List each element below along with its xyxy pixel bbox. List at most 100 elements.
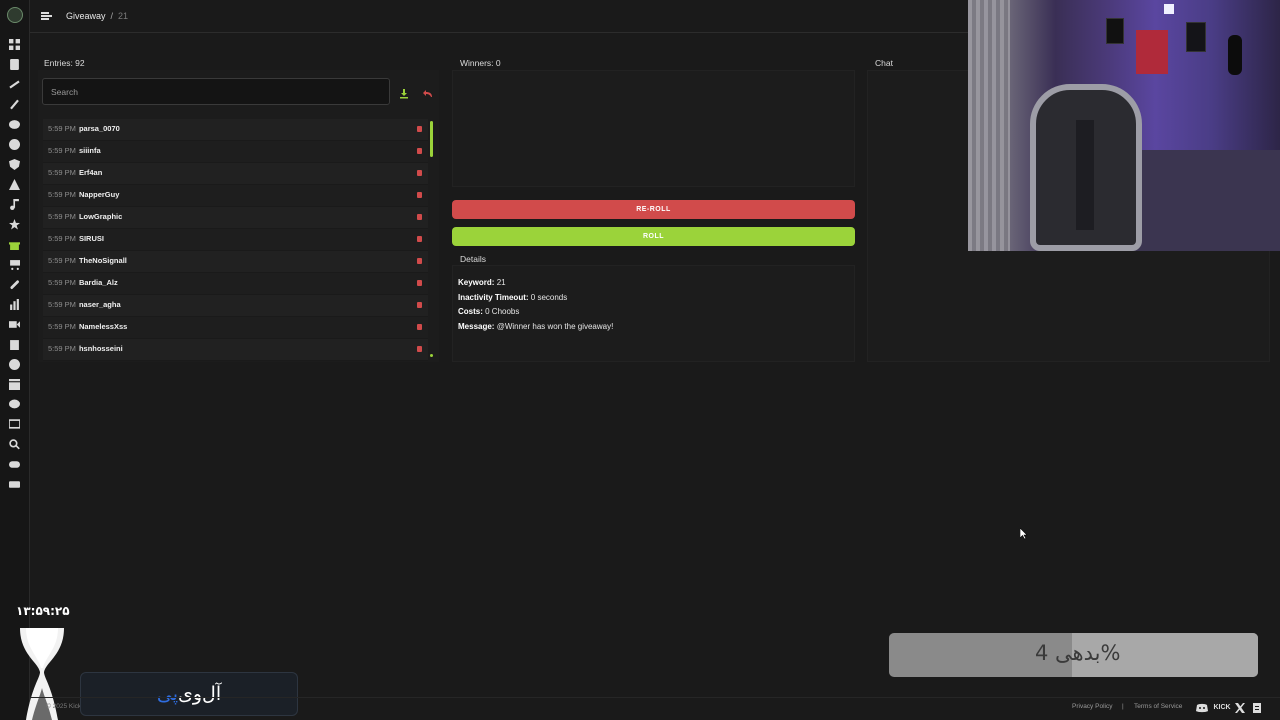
entry-row[interactable]: 5:59 PM NamelessXss	[43, 317, 428, 339]
delete-icon[interactable]	[417, 236, 422, 242]
entry-time: 5:59 PM	[48, 344, 76, 353]
entry-row[interactable]: 5:59 PM siiinfa	[43, 141, 428, 163]
clock-display: ۱۳:۵۹:۲۵	[16, 604, 70, 618]
video-icon[interactable]	[8, 318, 20, 330]
details-message: Message: @Winner has won the giveaway!	[458, 321, 614, 331]
hammer-icon[interactable]	[8, 98, 20, 110]
entry-row[interactable]: 5:59 PM hsnhosseini	[43, 339, 428, 361]
entry-row[interactable]: 5:59 PM naser_agha	[43, 295, 428, 317]
details-title: Details	[460, 254, 486, 264]
music-icon[interactable]	[8, 198, 20, 210]
entry-username: TheNoSignall	[78, 256, 127, 265]
entry-username: hsnhosseini	[78, 344, 123, 353]
search-input[interactable]	[42, 78, 390, 105]
details-timeout: Inactivity Timeout: 0 seconds	[458, 292, 568, 302]
delete-icon[interactable]	[417, 148, 422, 154]
entry-username: LowGraphic	[78, 212, 123, 221]
star-icon[interactable]	[8, 218, 20, 230]
emoji-icon[interactable]	[8, 358, 20, 370]
entry-time: 5:59 PM	[48, 300, 76, 309]
reset-icon[interactable]	[423, 86, 433, 97]
delete-icon[interactable]	[417, 214, 422, 220]
reroll-button[interactable]: RE-ROLL	[452, 200, 855, 219]
delete-icon[interactable]	[417, 126, 422, 132]
document-icon[interactable]	[1251, 702, 1263, 713]
entry-list-scrollbar[interactable]	[430, 121, 433, 157]
delete-icon[interactable]	[417, 192, 422, 198]
webcam-light	[1164, 4, 1174, 14]
webcam-chair-stripe	[1076, 120, 1094, 230]
breadcrumb: Giveaway / 21	[66, 11, 128, 21]
discord-icon[interactable]	[1196, 702, 1208, 713]
entry-row[interactable]: 5:59 PM SIRUSI	[43, 229, 428, 251]
webcam-overlay	[968, 0, 1280, 251]
tools-icon[interactable]	[8, 78, 20, 90]
entries-title: Entries: 92	[44, 58, 85, 68]
brand-banner: پی آل‌وی	[80, 672, 298, 716]
document-icon[interactable]	[8, 58, 20, 70]
monitor-icon[interactable]	[8, 418, 20, 430]
entry-list-scroll-end	[430, 354, 433, 357]
wallet-icon[interactable]	[8, 478, 20, 490]
details-keyword: Keyword: 21	[458, 278, 506, 287]
x-icon[interactable]	[1234, 702, 1246, 713]
entry-username: Erf4an	[78, 168, 103, 177]
webcam-curtain	[968, 0, 1010, 251]
debt-progress-label: بدهی 4%	[1035, 641, 1121, 665]
entry-time: 5:59 PM	[48, 212, 76, 221]
kick-icon[interactable]: KICK	[1213, 702, 1230, 713]
entry-list: 5:59 PM parsa_0070 5:59 PM siiinfa 5:59 PM Er…	[43, 119, 428, 361]
clapper-icon[interactable]	[8, 378, 20, 390]
gift-icon[interactable]	[8, 238, 20, 250]
entry-row[interactable]: 5:59 PM NapperGuy	[43, 185, 428, 207]
entry-username: Bardia_Alz	[78, 278, 118, 287]
gamepad-icon[interactable]	[8, 458, 20, 470]
delete-icon[interactable]	[417, 170, 422, 176]
chart-icon[interactable]	[8, 298, 20, 310]
breadcrumb-separator: /	[110, 11, 114, 21]
entry-row[interactable]: 5:59 PM Erf4an	[43, 163, 428, 185]
entry-time: 5:59 PM	[48, 168, 76, 177]
comment-icon[interactable]	[8, 398, 20, 410]
box-icon[interactable]	[8, 338, 20, 350]
details-content: Keyword: 21 Inactivity Timeout: 0 second…	[458, 276, 613, 334]
entry-row[interactable]: 5:59 PM TheNoSignall	[43, 251, 428, 273]
delete-icon[interactable]	[417, 280, 422, 286]
delete-icon[interactable]	[417, 302, 422, 308]
delete-icon[interactable]	[417, 258, 422, 264]
entry-username: NapperGuy	[78, 190, 120, 199]
entry-time: 5:59 PM	[48, 322, 76, 331]
privacy-link[interactable]: Privacy Policy	[1072, 703, 1112, 710]
clock-icon[interactable]	[8, 138, 20, 150]
search-icon[interactable]	[8, 438, 20, 450]
brand-part-blue: پی	[156, 683, 178, 705]
entry-row[interactable]: 5:59 PM Bardia_Alz	[43, 273, 428, 295]
entry-row[interactable]: 5:59 PM parsa_0070	[43, 119, 428, 141]
entry-time: 5:59 PM	[48, 190, 76, 199]
webcam-jersey	[1136, 30, 1168, 74]
delete-icon[interactable]	[417, 324, 422, 330]
link-icon[interactable]	[8, 278, 20, 290]
entry-row[interactable]: 5:59 PM LowGraphic	[43, 207, 428, 229]
brand-part-white: آل‌وی	[177, 683, 222, 705]
shield-icon[interactable]	[8, 158, 20, 170]
entry-username: parsa_0070	[78, 124, 120, 133]
warning-icon[interactable]	[8, 178, 20, 190]
download-icon[interactable]	[399, 86, 409, 99]
chat-icon[interactable]	[8, 118, 20, 130]
entry-time: 5:59 PM	[48, 256, 76, 265]
entry-time: 5:59 PM	[48, 278, 76, 287]
menu-toggle-icon[interactable]	[41, 10, 52, 21]
app-logo[interactable]	[7, 7, 23, 23]
cart-icon[interactable]	[8, 258, 20, 270]
breadcrumb-root[interactable]: Giveaway	[66, 11, 106, 21]
terms-link[interactable]: Terms of Service	[1134, 703, 1182, 710]
winners-panel	[452, 70, 855, 187]
delete-icon[interactable]	[417, 346, 422, 352]
roll-button[interactable]: ROLL	[452, 227, 855, 246]
footer-separator: |	[1122, 703, 1124, 710]
breadcrumb-current: 21	[118, 11, 129, 21]
entry-username: NamelessXss	[78, 322, 128, 331]
dashboard-icon[interactable]	[8, 38, 20, 50]
chat-title: Chat	[875, 58, 893, 68]
